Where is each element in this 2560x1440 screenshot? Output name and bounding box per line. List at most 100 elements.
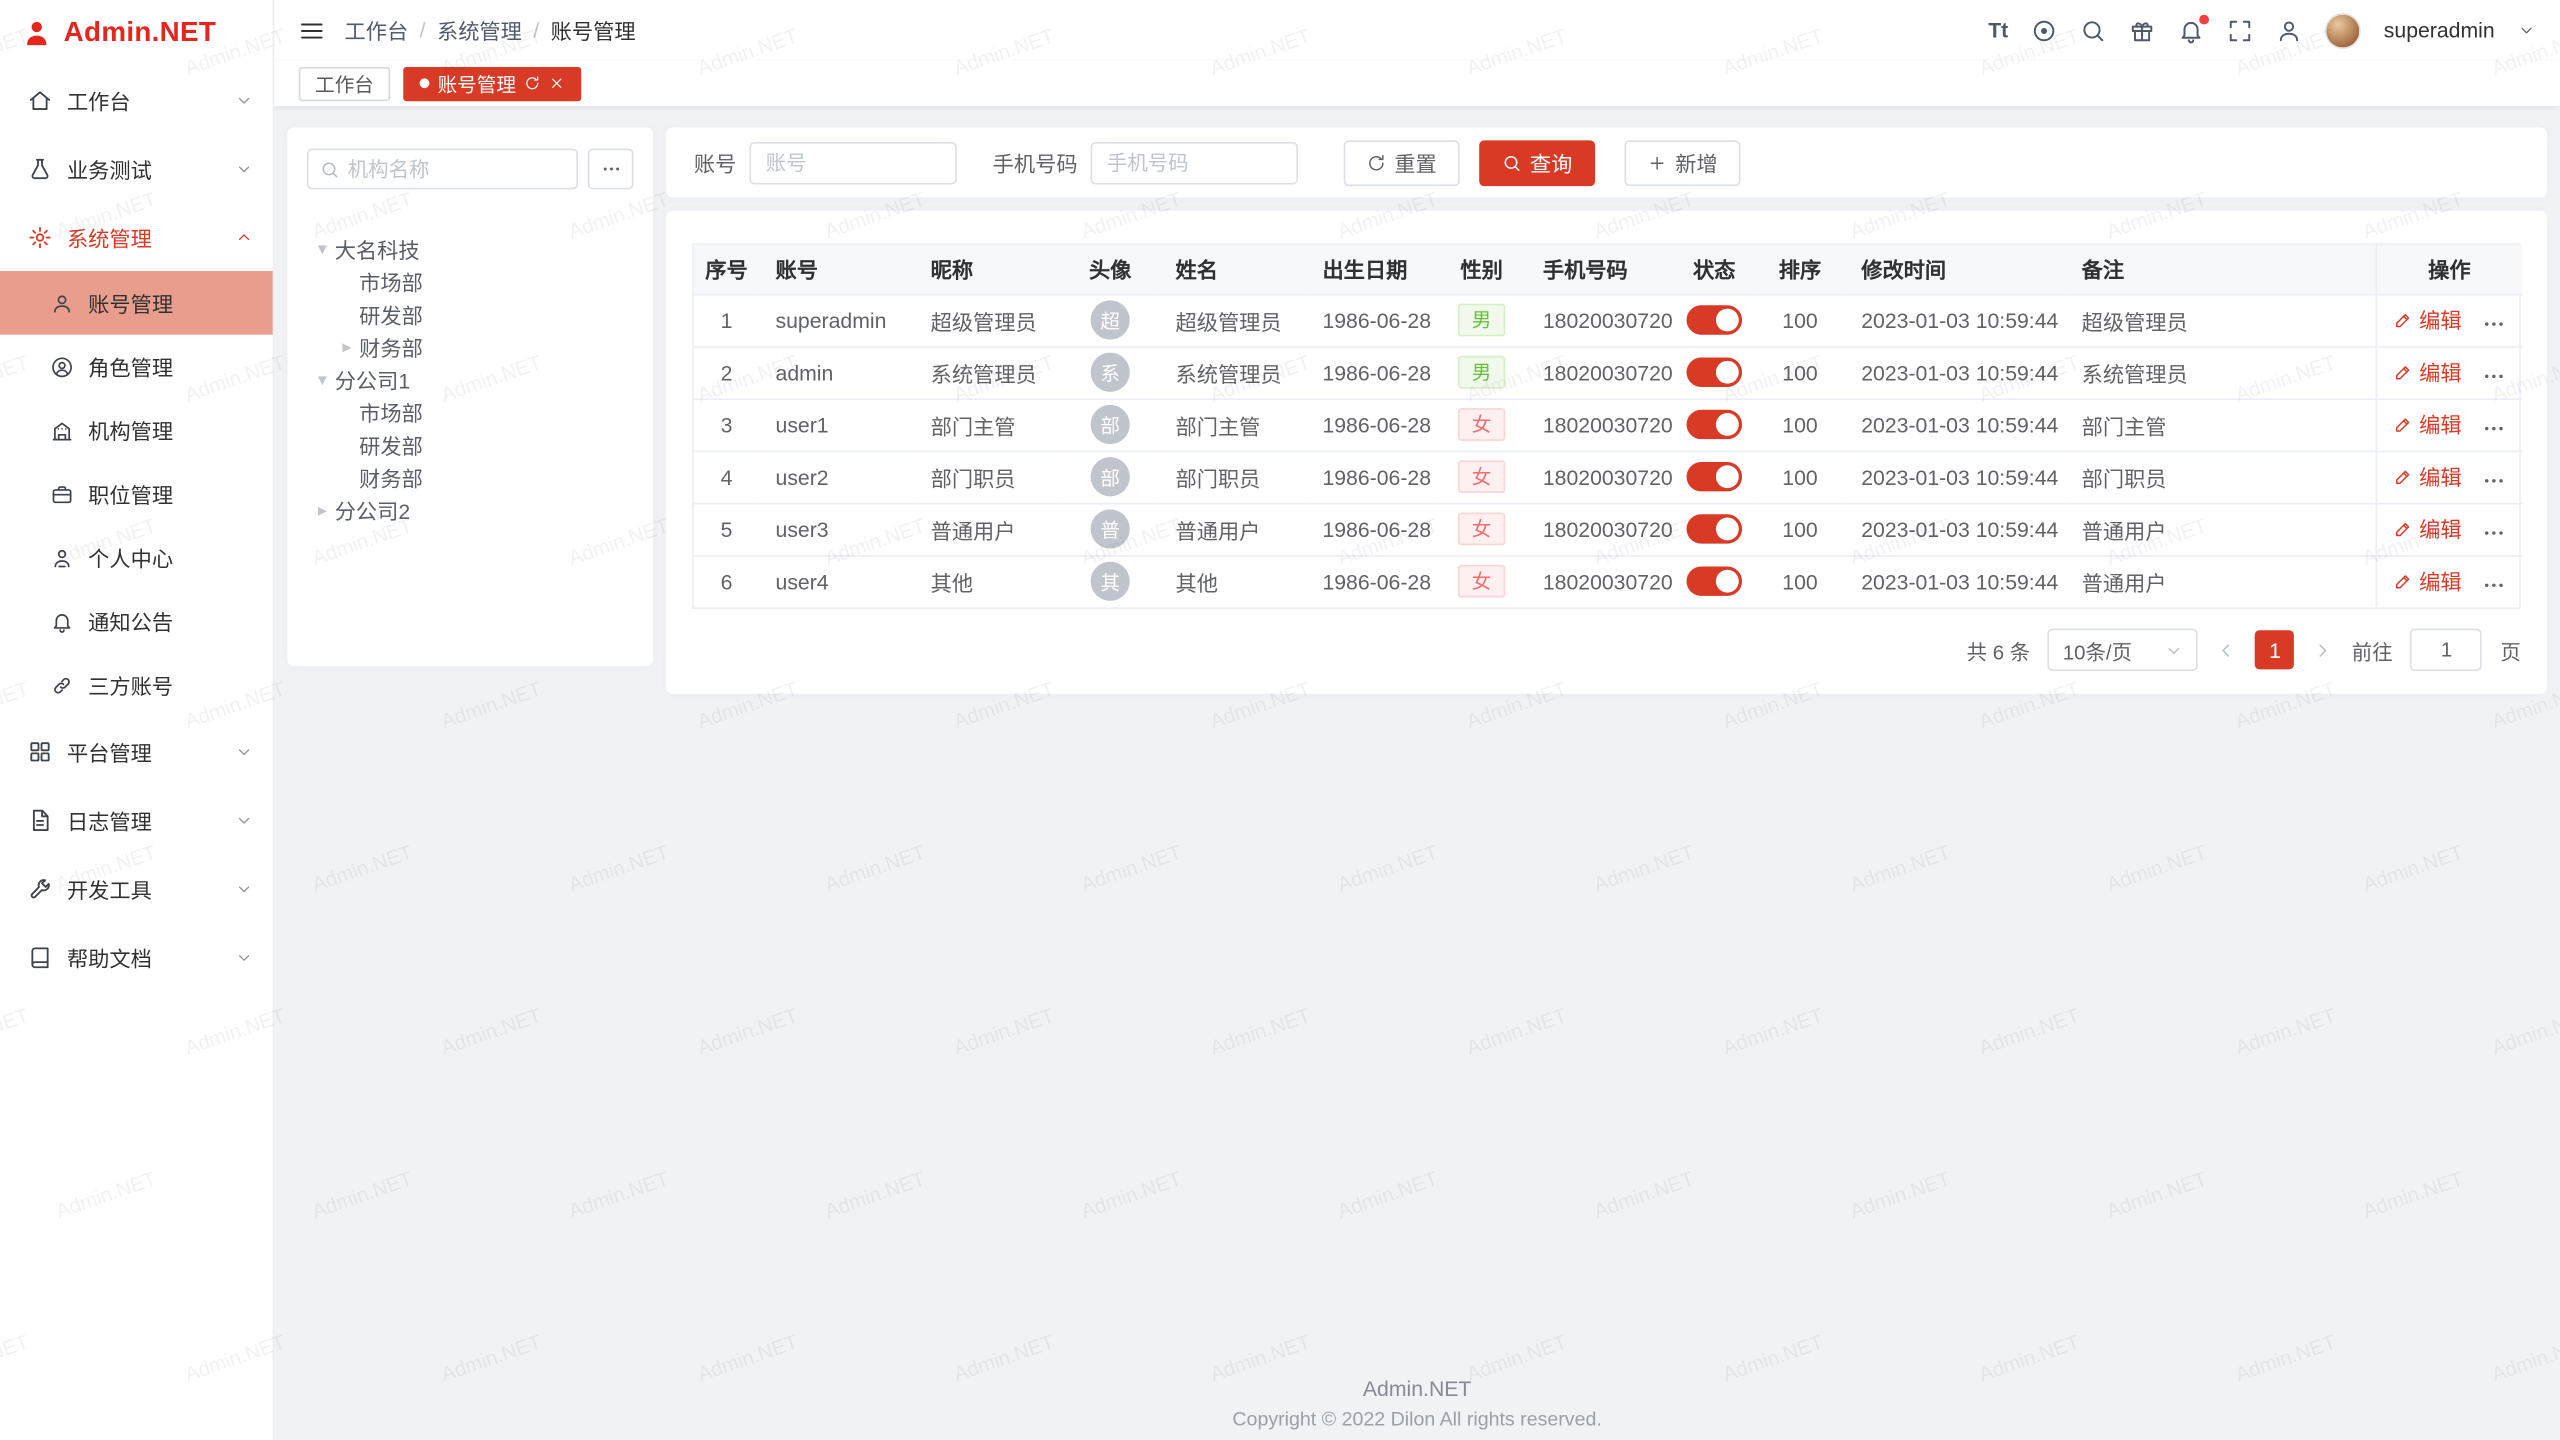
tab-refresh-icon[interactable] (524, 75, 540, 91)
sidebar-item-platform-mgmt[interactable]: 平台管理 (0, 717, 273, 786)
edit-icon (2393, 571, 2413, 591)
sidebar-item-third-party-account[interactable]: 三方账号 (0, 653, 273, 717)
app-logo[interactable]: Admin.NET (0, 0, 273, 65)
row-avatar: 系 (1091, 353, 1130, 392)
footer-title: Admin.NET (274, 1376, 2560, 1400)
tree-node[interactable]: 研发部 (307, 297, 634, 330)
cell-birthday: 1986-06-28 (1322, 569, 1431, 593)
org-search-input[interactable] (348, 158, 565, 181)
cell-name: 普通用户 (1176, 518, 1261, 542)
cell-account: user3 (776, 517, 829, 541)
prev-page-button[interactable] (2216, 639, 2237, 660)
table-row: 4user2部门职员部部门职员1986-06-28女18020030720100… (694, 451, 2523, 503)
row-more-button[interactable] (2481, 520, 2505, 544)
sidebar-item-role-mgmt[interactable]: 角色管理 (0, 335, 273, 399)
fullscreen-icon[interactable] (2227, 17, 2253, 43)
sidebar-item-position-mgmt[interactable]: 职位管理 (0, 462, 273, 526)
tree-caret-icon[interactable]: ▾ (310, 238, 334, 259)
sidebar-item-notice[interactable]: 通知公告 (0, 589, 273, 653)
user-icon[interactable] (2276, 17, 2302, 43)
breadcrumb-item[interactable]: 账号管理 (551, 15, 636, 46)
tree-node[interactable]: ▸分公司2 (307, 493, 634, 526)
row-more-button[interactable] (2481, 468, 2505, 492)
sidebar-item-system-mgmt[interactable]: 系统管理 (0, 202, 273, 271)
chevron-down-icon (235, 742, 253, 760)
tree-node[interactable]: ▾大名科技 (307, 232, 634, 265)
cell-nickname: 部门主管 (931, 414, 1016, 438)
tree-caret-icon[interactable]: ▸ (310, 499, 334, 520)
reset-button[interactable]: 重置 (1344, 140, 1460, 186)
status-toggle[interactable] (1687, 410, 1743, 439)
sidebar-item-label: 三方账号 (88, 669, 173, 700)
sidebar-item-dev-tools[interactable]: 开发工具 (0, 854, 273, 923)
cell-remark: 普通用户 (2082, 571, 2167, 595)
edit-button[interactable]: 编辑 (2393, 304, 2462, 335)
tree-node[interactable]: ▾分公司1 (307, 362, 634, 395)
tree-caret-icon[interactable]: ▾ (310, 368, 334, 389)
cell-index: 6 (721, 569, 733, 593)
column-header: 备注 (2065, 245, 2375, 294)
tab-workbench[interactable]: 工作台 (299, 66, 390, 100)
sidebar-item-personal-center[interactable]: 个人中心 (0, 526, 273, 590)
sidebar-item-account-mgmt[interactable]: 账号管理 (0, 271, 273, 335)
edit-button[interactable]: 编辑 (2393, 513, 2462, 544)
status-toggle[interactable] (1687, 514, 1743, 543)
status-toggle[interactable] (1687, 305, 1743, 334)
notification-bell[interactable] (2178, 17, 2204, 43)
app-logo-icon (21, 17, 52, 48)
row-more-button[interactable] (2481, 311, 2505, 335)
account-input[interactable] (749, 141, 956, 183)
page-size-select[interactable]: 10条/页 (2048, 629, 2198, 671)
sidebar-item-workbench[interactable]: 工作台 (0, 65, 273, 134)
row-more-button[interactable] (2481, 416, 2505, 440)
phone-input[interactable] (1091, 141, 1298, 183)
main-area: 工作台/系统管理/账号管理 Tt superadmin (274, 0, 2560, 1440)
breadcrumb-item[interactable]: 工作台 (344, 15, 408, 46)
status-toggle[interactable] (1687, 462, 1743, 491)
cell-remark: 部门职员 (2082, 466, 2167, 490)
tree-caret-icon[interactable]: ▸ (335, 336, 359, 357)
username[interactable]: superadmin (2384, 18, 2495, 42)
breadcrumb: 工作台/系统管理/账号管理 (344, 15, 635, 46)
user-chevron-down-icon[interactable] (2518, 21, 2536, 39)
tree-node[interactable]: ▸财务部 (307, 330, 634, 363)
book-icon (28, 944, 52, 968)
goto-page-input[interactable] (2411, 629, 2483, 671)
breadcrumb-item[interactable]: 系统管理 (437, 15, 522, 46)
sidebar-item-help-docs[interactable]: 帮助文档 (0, 922, 273, 991)
tab-close-icon[interactable] (549, 75, 565, 91)
record-icon[interactable] (2031, 17, 2057, 43)
query-button[interactable]: 查询 (1479, 140, 1595, 186)
sidebar-item-org-mgmt[interactable]: 机构管理 (0, 398, 273, 462)
collapse-menu-icon[interactable] (299, 17, 325, 43)
add-button[interactable]: 新增 (1625, 140, 1741, 186)
gender-badge: 男 (1459, 356, 1505, 389)
edit-icon (2393, 362, 2413, 382)
row-more-button[interactable] (2481, 364, 2505, 388)
tree-node[interactable]: 市场部 (307, 395, 634, 428)
tab-label: 账号管理 (438, 69, 516, 97)
tab-account-mgmt[interactable]: 账号管理 (403, 66, 581, 100)
row-more-button[interactable] (2481, 573, 2505, 597)
sidebar-item-business-test[interactable]: 业务测试 (0, 134, 273, 203)
sidebar-item-log-mgmt[interactable]: 日志管理 (0, 785, 273, 854)
tree-node[interactable]: 财务部 (307, 460, 634, 493)
next-page-button[interactable] (2313, 639, 2334, 660)
tree-node[interactable]: 市场部 (307, 264, 634, 297)
edit-button[interactable]: 编辑 (2393, 461, 2462, 492)
status-toggle[interactable] (1687, 358, 1743, 387)
tree-more-button[interactable] (588, 149, 634, 190)
edit-button[interactable]: 编辑 (2393, 356, 2462, 387)
page-number-active[interactable]: 1 (2255, 630, 2294, 669)
sidebar-item-label: 职位管理 (88, 478, 173, 509)
tree-node[interactable]: 研发部 (307, 428, 634, 461)
edit-button[interactable]: 编辑 (2393, 566, 2462, 597)
status-toggle[interactable] (1687, 567, 1743, 596)
grid-icon (28, 739, 52, 763)
search-icon[interactable] (2080, 17, 2106, 43)
user-avatar[interactable] (2325, 12, 2361, 48)
edit-button[interactable]: 编辑 (2393, 409, 2462, 440)
sidebar-item-label: 开发工具 (67, 873, 152, 904)
gift-icon[interactable] (2129, 17, 2155, 43)
font-size-icon[interactable]: Tt (1988, 18, 2008, 42)
